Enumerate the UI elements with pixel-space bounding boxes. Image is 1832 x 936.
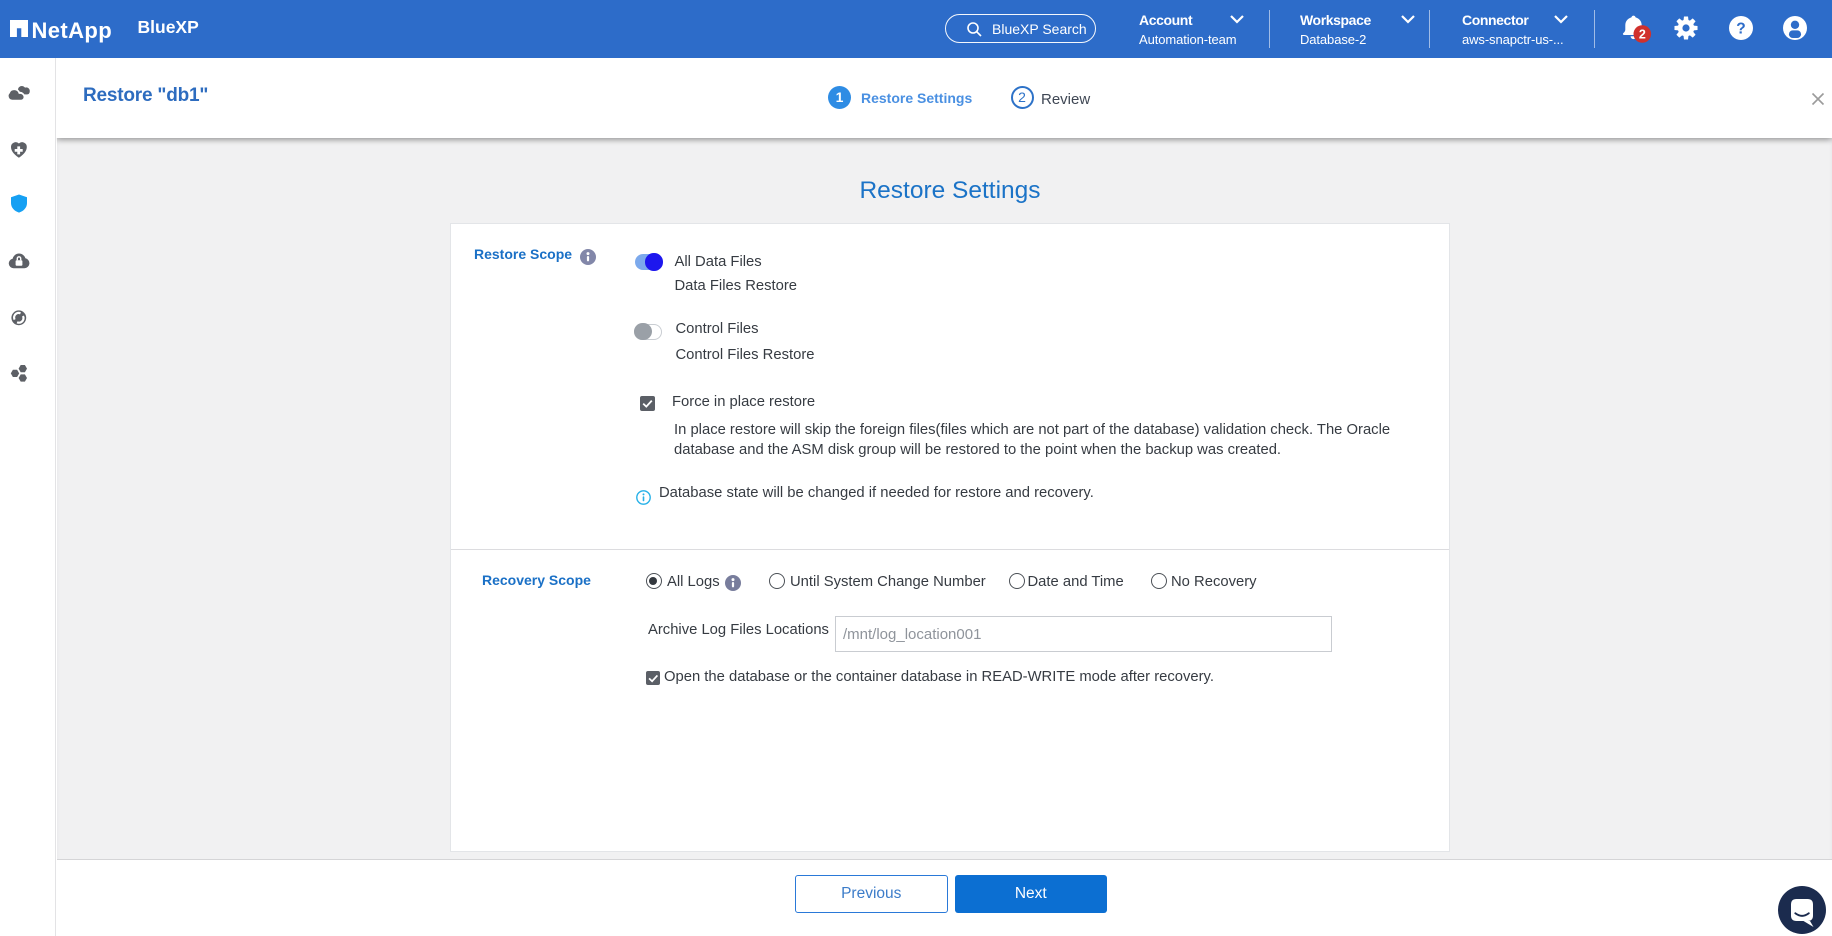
svg-text:?: ? bbox=[1736, 20, 1745, 37]
svg-text:2: 2 bbox=[1639, 27, 1646, 41]
